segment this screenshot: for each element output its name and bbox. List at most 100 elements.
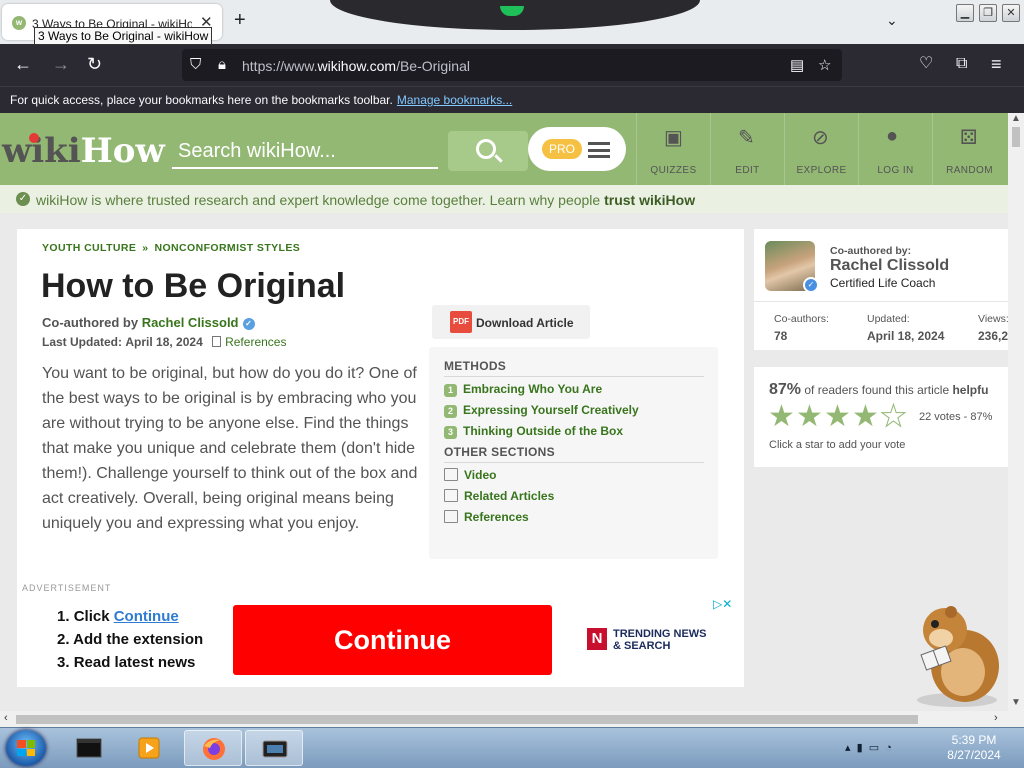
coauthored-prefix: Co-authored by xyxy=(42,315,139,330)
restore-button[interactable]: ❐ xyxy=(979,4,997,22)
taskbar-terminal[interactable] xyxy=(60,730,118,766)
scroll-right-icon[interactable]: › xyxy=(994,712,998,724)
toc-related-articles[interactable]: Related Articles xyxy=(444,489,554,503)
start-button[interactable] xyxy=(6,730,46,766)
taskbar-window-switcher[interactable] xyxy=(245,730,303,766)
new-tab-button[interactable]: + xyxy=(234,9,246,32)
wikihow-favicon-icon: w xyxy=(12,16,26,30)
step-text: Click xyxy=(73,608,110,625)
pencil-icon: ✎ xyxy=(738,127,755,149)
system-tray-icons[interactable]: ▴ ▮ ▭ ◔ xyxy=(845,741,892,754)
scroll-up-icon[interactable]: ▲ xyxy=(1011,113,1021,124)
menu-hamburger-icon[interactable]: ≡ xyxy=(991,54,1002,74)
coauthored-line: Co-authored by Rachel Clissold ✓ xyxy=(42,315,255,330)
terminal-icon xyxy=(76,738,102,758)
reader-view-icon[interactable]: ▤ xyxy=(790,56,804,74)
toc-method-1[interactable]: 1 Embracing Who You Are xyxy=(444,382,602,397)
nav-login[interactable]: ● LOG IN xyxy=(858,113,932,185)
video-icon xyxy=(444,468,458,481)
wikihow-logo[interactable]: wikiHow xyxy=(2,131,165,171)
clock-date: 8/27/2024 xyxy=(947,748,1001,762)
address-bar[interactable]: ⛉ 🔒︎ https://www.wikihow.com/Be-Original… xyxy=(182,49,842,81)
nav-label: QUIZZES xyxy=(650,165,697,176)
reload-icon[interactable]: ↻ xyxy=(87,54,102,74)
brand-mark-icon: N xyxy=(587,628,607,650)
method-number: 2 xyxy=(444,405,457,418)
pocket-icon[interactable]: ♡ xyxy=(919,54,933,74)
ad-step: 1. Click Continue xyxy=(57,605,203,628)
header-nav: ▣ QUIZZES ✎ EDIT ⊘ EXPLORE ● LOG IN ⚄ RA… xyxy=(636,113,1006,185)
forward-arrow-icon[interactable]: → xyxy=(52,54,70,74)
breadcrumb-nonconformist[interactable]: NONCONFORMIST STYLES xyxy=(155,242,301,254)
article-title: How to Be Original xyxy=(41,267,346,305)
scrollbar-thumb[interactable] xyxy=(16,715,918,724)
ad-continue-link[interactable]: Continue xyxy=(114,608,179,625)
nav-label: EDIT xyxy=(735,165,760,176)
scroll-down-icon[interactable]: ▼ xyxy=(1011,697,1021,708)
star-icon[interactable]: ★ xyxy=(796,402,824,432)
nav-edit[interactable]: ✎ EDIT xyxy=(710,113,784,185)
manage-bookmarks-link[interactable]: Manage bookmarks... xyxy=(397,93,512,107)
star-icon[interactable]: ★ xyxy=(824,402,852,432)
wikihow-header: wikiHow PRO ▣ QUIZZES ✎ EDIT ⊘ EXPLORE xyxy=(0,113,1008,185)
author-role: Certified Life Coach xyxy=(830,276,936,290)
dice-icon: ⚄ xyxy=(960,127,978,149)
nav-quizzes[interactable]: ▣ QUIZZES xyxy=(636,113,710,185)
rating-stars: ★ ★ ★ ★ ★ xyxy=(768,401,908,432)
toc-method-2[interactable]: 2 Expressing Yourself Creatively xyxy=(444,403,639,418)
back-arrow-icon[interactable]: ← xyxy=(14,54,32,74)
taskbar-firefox[interactable] xyxy=(184,730,242,766)
author-avatar[interactable]: ✓ xyxy=(765,241,819,293)
step-text: Add the extension xyxy=(73,631,204,648)
updated-date: April 18, 2024 xyxy=(125,335,203,349)
method-number: 3 xyxy=(444,426,457,439)
clock-time: 5:39 PM xyxy=(951,733,997,747)
extensions-icon[interactable]: ⧉ xyxy=(956,54,967,74)
nav-explore[interactable]: ⊘ EXPLORE xyxy=(784,113,858,185)
star-icon[interactable]: ★ xyxy=(880,401,908,432)
search-icon-handle xyxy=(494,154,503,163)
nav-random[interactable]: ⚄ RANDOM xyxy=(932,113,1006,185)
scroll-left-icon[interactable]: ‹ xyxy=(4,712,8,724)
compass-icon: ⊘ xyxy=(812,127,829,149)
search-button[interactable] xyxy=(448,131,528,171)
pro-menu-button[interactable]: PRO xyxy=(528,127,626,171)
advertisement-banner[interactable]: 1. Click Continue 2. Add the extension 3… xyxy=(17,595,744,685)
references-link[interactable]: References xyxy=(225,335,286,349)
list-tabs-chevron-icon[interactable]: ⌄ xyxy=(886,12,898,29)
vertical-scrollbar[interactable]: ▲ ▼ xyxy=(1008,113,1024,711)
star-icon[interactable]: ★ xyxy=(768,402,796,432)
lock-icon[interactable]: 🔒︎ xyxy=(218,56,226,73)
hamburger-icon xyxy=(588,142,610,158)
scrollbar-thumb[interactable] xyxy=(1012,127,1020,147)
updated-label: Last Updated: xyxy=(42,335,123,349)
download-label: Download Article xyxy=(476,316,574,330)
shield-icon[interactable]: ⛉ xyxy=(190,56,201,73)
taskbar-clock[interactable]: 5:39 PM 8/27/2024 xyxy=(942,733,1006,763)
toc-references[interactable]: References xyxy=(444,510,529,524)
download-article-button[interactable]: PDF Download Article xyxy=(432,305,590,339)
author-link[interactable]: Rachel Clissold xyxy=(142,315,239,330)
stat-label: Updated: xyxy=(867,313,910,325)
star-icon[interactable]: ★ xyxy=(852,402,880,432)
search-input[interactable] xyxy=(172,135,438,169)
quiz-icon: ▣ xyxy=(664,127,683,149)
close-window-button[interactable]: ✕ xyxy=(1002,4,1020,22)
bookmark-star-icon[interactable]: ☆ xyxy=(818,56,831,74)
methods-heading: METHODS xyxy=(444,359,507,373)
horizontal-scrollbar[interactable]: ‹ › xyxy=(0,711,1024,727)
taskbar-media-player[interactable] xyxy=(120,730,178,766)
browser-tab-bar: w 3 Ways to Be Original - wikiHow ✕ 3 Wa… xyxy=(0,0,1024,45)
stat-views: Views: 236,2 xyxy=(978,313,1008,343)
ad-continue-button[interactable]: Continue xyxy=(233,605,552,675)
breadcrumb-youth-culture[interactable]: YOUTH CULTURE xyxy=(42,242,136,254)
minimize-button[interactable]: ▁ xyxy=(956,4,974,22)
toc-method-3[interactable]: 3 Thinking Outside of the Box xyxy=(444,424,623,439)
trust-link[interactable]: trust wikiHow xyxy=(604,192,695,208)
toc-video[interactable]: Video xyxy=(444,468,496,482)
sidebar-author-name[interactable]: Rachel Clissold xyxy=(830,257,949,275)
url-text[interactable]: https://www.wikihow.com/Be-Original xyxy=(242,58,470,74)
table-of-contents: METHODS 1 Embracing Who You Are 2 Expressi… xyxy=(429,347,718,559)
adchoices-close-icon[interactable]: ▷✕ xyxy=(713,597,732,611)
window-icon xyxy=(262,740,288,758)
